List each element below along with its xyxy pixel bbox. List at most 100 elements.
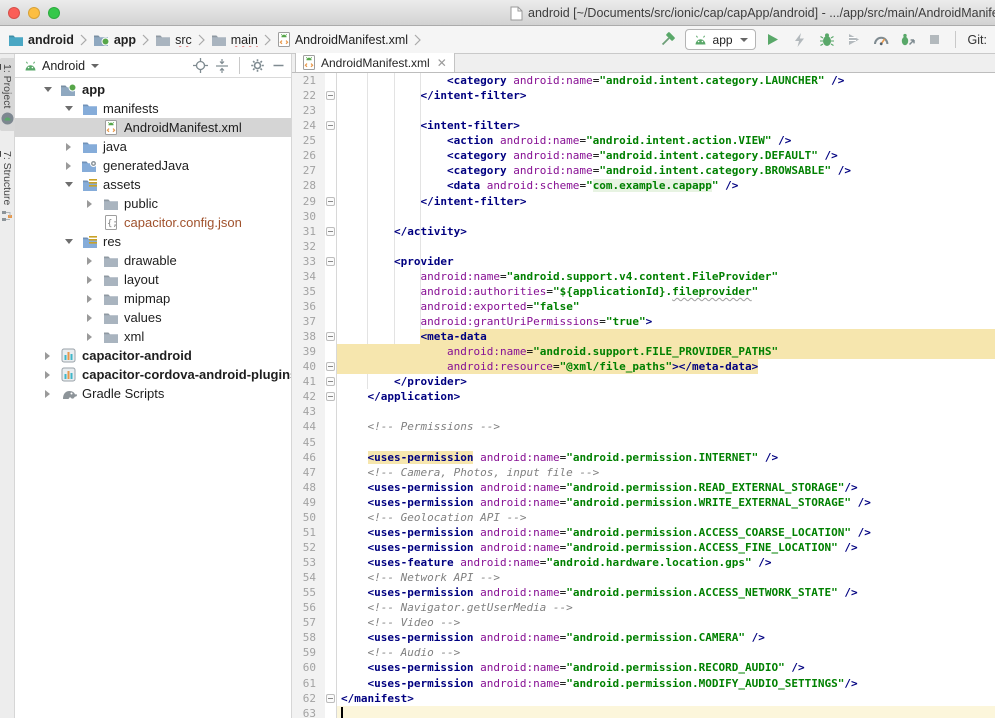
expand-arrow-icon[interactable] (77, 200, 102, 208)
collapse-all-icon[interactable] (215, 59, 229, 73)
git-branch-widget[interactable]: Git: (966, 33, 987, 47)
code-line-30[interactable] (337, 209, 995, 224)
fold-marker-line-31[interactable] (326, 227, 335, 236)
fold-marker-line-33[interactable] (326, 257, 335, 266)
code-line-47[interactable]: <!-- Camera, Photos, input file --> (337, 465, 995, 480)
code-line-45[interactable] (337, 435, 995, 450)
code-editor[interactable]: 2122232425262728293031323334353637383940… (292, 73, 995, 718)
collapse-arrow-icon[interactable] (56, 106, 81, 111)
code-line-35[interactable]: android:authorities="${applicationId}.fi… (337, 284, 995, 299)
expand-arrow-icon[interactable] (77, 276, 102, 284)
code-line-24[interactable]: <intent-filter> (337, 118, 995, 133)
fold-marker-line-24[interactable] (326, 121, 335, 130)
code-line-56[interactable]: <!-- Navigator.getUserMedia --> (337, 600, 995, 615)
code-line-42[interactable]: </application> (337, 389, 995, 404)
code-line-38[interactable]: <meta-data (337, 329, 995, 344)
tree-item-capacitor-config-json[interactable]: {;capacitor.config.json (15, 213, 291, 232)
code-line-60[interactable]: <uses-permission android:name="android.p… (337, 660, 995, 675)
tree-item-gradle-scripts[interactable]: Gradle Scripts (15, 384, 291, 403)
code-line-48[interactable]: <uses-permission android:name="android.p… (337, 480, 995, 495)
expand-arrow-icon[interactable] (35, 390, 60, 398)
expand-arrow-icon[interactable] (35, 352, 60, 360)
code-line-43[interactable] (337, 404, 995, 419)
tool-window-button-project[interactable]: 1: Project (0, 58, 15, 131)
code-line-21[interactable]: <category android:name="android.intent.c… (337, 73, 995, 88)
attach-debugger-button[interactable] (898, 30, 918, 50)
close-tab-icon[interactable]: ✕ (435, 57, 447, 69)
tree-item-res[interactable]: res (15, 232, 291, 251)
fold-marker-line-29[interactable] (326, 197, 335, 206)
code-line-25[interactable]: <action android:name="android.intent.act… (337, 133, 995, 148)
profiler-button[interactable] (871, 30, 891, 50)
tree-item-androidmanifest-xml[interactable]: AndroidManifest.xml (15, 118, 291, 137)
tree-item-drawable[interactable]: drawable (15, 251, 291, 270)
code-line-26[interactable]: <category android:name="android.intent.c… (337, 148, 995, 163)
expand-arrow-icon[interactable] (77, 314, 102, 322)
locate-icon[interactable] (193, 58, 208, 73)
breadcrumb-item-app[interactable]: app (93, 33, 136, 47)
tree-item-generatedjava[interactable]: generatedJava (15, 156, 291, 175)
collapse-arrow-icon[interactable] (56, 239, 81, 244)
code-line-23[interactable] (337, 103, 995, 118)
code-line-22[interactable]: </intent-filter> (337, 88, 995, 103)
tree-item-public[interactable]: public (15, 194, 291, 213)
code-line-31[interactable]: </activity> (337, 224, 995, 239)
run-button[interactable] (763, 30, 783, 50)
minimize-window-button[interactable] (28, 7, 40, 19)
code-line-55[interactable]: <uses-permission android:name="android.p… (337, 585, 995, 600)
code-line-44[interactable]: <!-- Permissions --> (337, 419, 995, 434)
code-line-54[interactable]: <!-- Network API --> (337, 570, 995, 585)
hide-icon[interactable] (272, 59, 285, 72)
zoom-window-button[interactable] (48, 7, 60, 19)
expand-arrow-icon[interactable] (77, 257, 102, 265)
code-line-46[interactable]: <uses-permission android:name="android.p… (337, 450, 995, 465)
tree-item-manifests[interactable]: manifests (15, 99, 291, 118)
code-line-59[interactable]: <!-- Audio --> (337, 645, 995, 660)
fold-marker-line-38[interactable] (326, 332, 335, 341)
code-line-36[interactable]: android:exported="false" (337, 299, 995, 314)
tree-item-java[interactable]: java (15, 137, 291, 156)
breadcrumb-item-main[interactable]: main (211, 33, 258, 47)
code-line-41[interactable]: </provider> (337, 374, 995, 389)
code-line-53[interactable]: <uses-feature android:name="android.hard… (337, 555, 995, 570)
stop-button[interactable] (925, 30, 945, 50)
code-line-52[interactable]: <uses-permission android:name="android.p… (337, 540, 995, 555)
expand-arrow-icon[interactable] (56, 143, 81, 151)
tree-item-mipmap[interactable]: mipmap (15, 289, 291, 308)
breadcrumb-item-src[interactable]: src (155, 33, 192, 47)
build-hammer-button[interactable] (658, 30, 678, 50)
breadcrumb-item-androidmanifest-xml[interactable]: AndroidManifest.xml (277, 32, 408, 47)
fold-marker-line-40[interactable] (326, 362, 335, 371)
breadcrumb-item-android[interactable]: android (8, 33, 74, 47)
debug-button[interactable] (817, 30, 837, 50)
tree-item-assets[interactable]: assets (15, 175, 291, 194)
tree-item-capacitor-android[interactable]: capacitor-android (15, 346, 291, 365)
project-tree[interactable]: appmanifestsAndroidManifest.xmljavagener… (15, 78, 291, 718)
code-line-28[interactable]: <data android:scheme="com.example.capapp… (337, 178, 995, 193)
collapse-arrow-icon[interactable] (35, 87, 60, 92)
code-line-51[interactable]: <uses-permission android:name="android.p… (337, 525, 995, 540)
run-configuration-select[interactable]: app (685, 29, 756, 50)
code-line-40[interactable]: android:resource="@xml/file_paths"></met… (337, 359, 995, 374)
expand-arrow-icon[interactable] (77, 333, 102, 341)
tree-item-values[interactable]: values (15, 308, 291, 327)
code-line-33[interactable]: <provider (337, 254, 995, 269)
code-line-39[interactable]: android:name="android.support.FILE_PROVI… (337, 344, 995, 359)
expand-arrow-icon[interactable] (35, 371, 60, 379)
close-window-button[interactable] (8, 7, 20, 19)
code-line-57[interactable]: <!-- Video --> (337, 615, 995, 630)
expand-arrow-icon[interactable] (77, 295, 102, 303)
expand-arrow-icon[interactable] (56, 162, 81, 170)
project-view-selector[interactable]: Android (23, 59, 189, 73)
code-line-50[interactable]: <!-- Geolocation API --> (337, 510, 995, 525)
tree-item-app[interactable]: app (15, 80, 291, 99)
code-pane[interactable]: <category android:name="android.intent.c… (337, 73, 995, 718)
code-line-34[interactable]: android:name="android.support.v4.content… (337, 269, 995, 284)
fold-marker-line-62[interactable] (326, 694, 335, 703)
tree-item-xml[interactable]: xml (15, 327, 291, 346)
apply-changes-button[interactable] (790, 30, 810, 50)
code-line-62[interactable]: </manifest> (337, 691, 995, 706)
code-line-49[interactable]: <uses-permission android:name="android.p… (337, 495, 995, 510)
code-line-27[interactable]: <category android:name="android.intent.c… (337, 163, 995, 178)
code-line-32[interactable] (337, 239, 995, 254)
